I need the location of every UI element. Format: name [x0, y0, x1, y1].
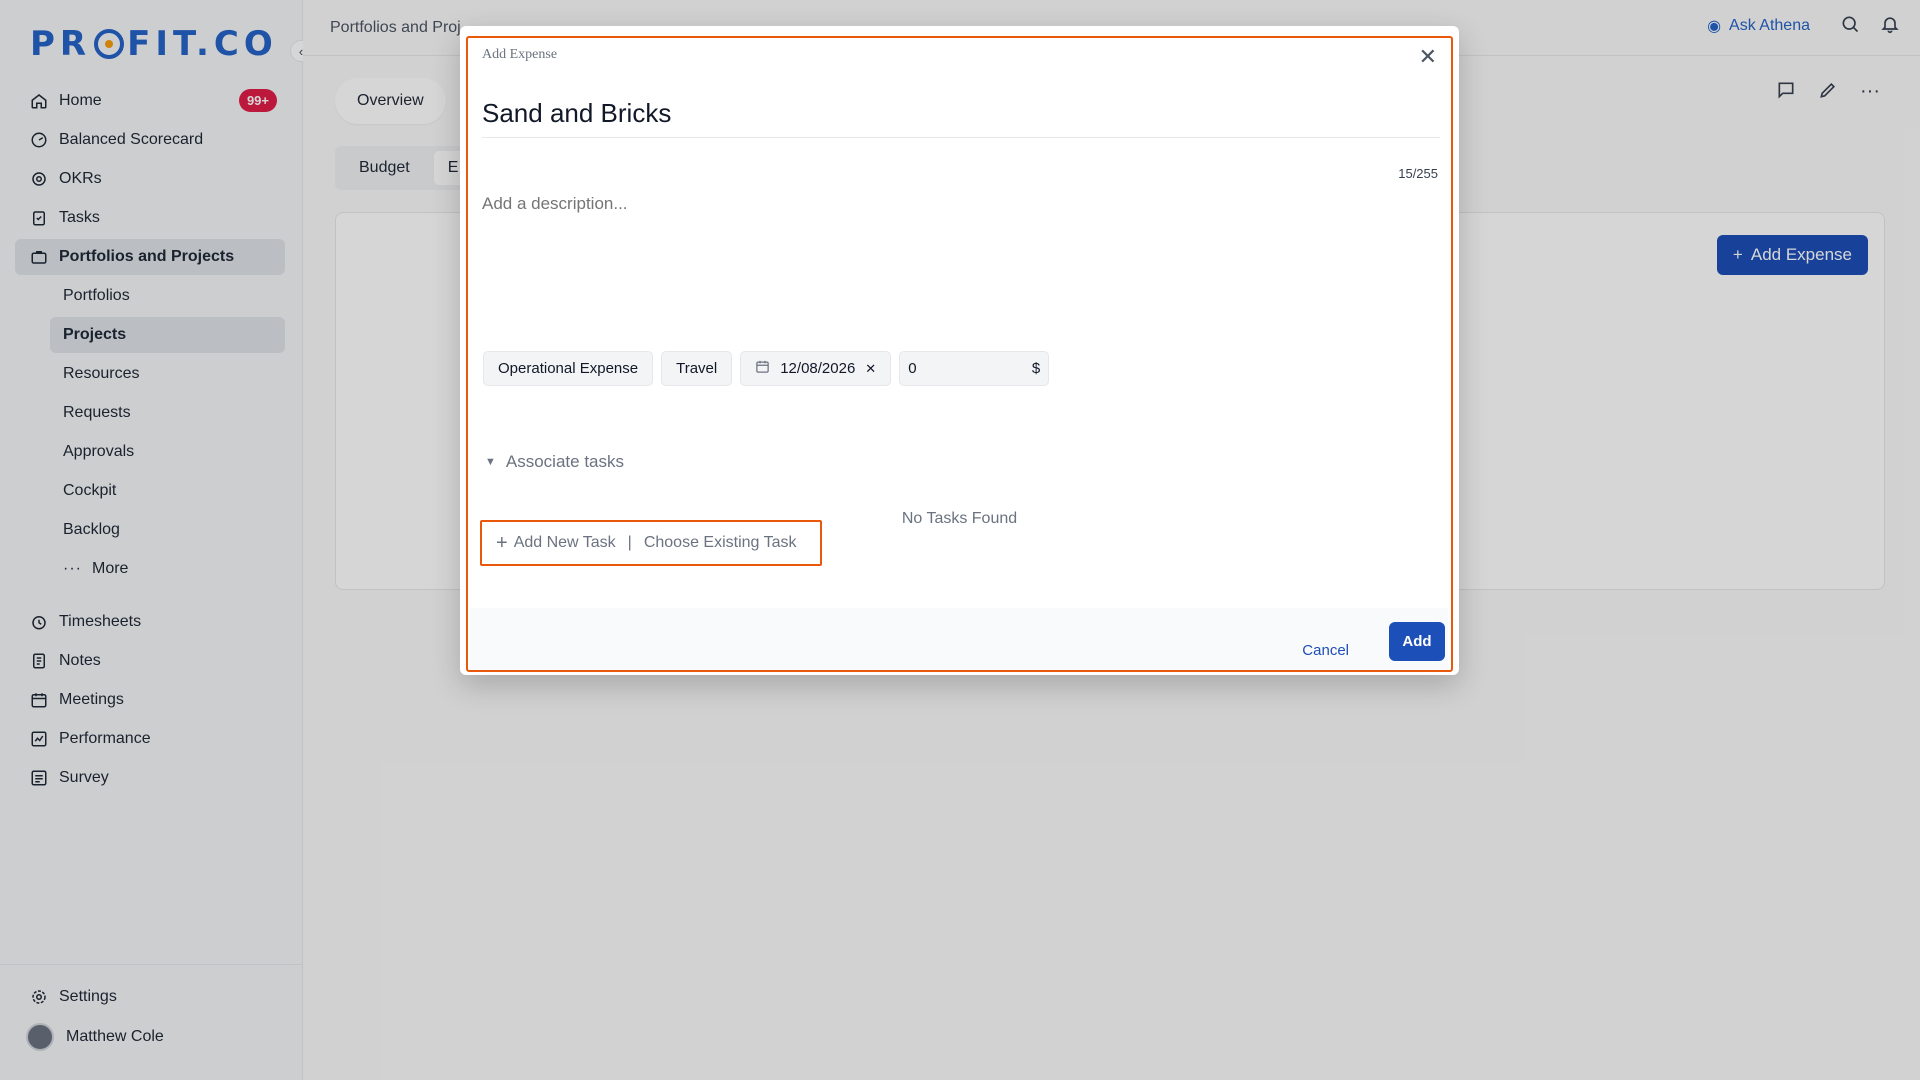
choose-existing-task-link[interactable]: Choose Existing Task [644, 534, 797, 552]
expense-attributes: Operational Expense Travel 12/08/2026 ✕ … [483, 351, 1050, 386]
close-icon[interactable]: ✕ [1419, 44, 1437, 70]
dialog-footer [470, 608, 1448, 670]
plus-icon: + [496, 531, 508, 554]
add-new-task-link[interactable]: + Add New Task [496, 532, 616, 555]
add-button[interactable]: Add [1389, 622, 1445, 661]
associate-tasks-toggle[interactable]: ▼ Associate tasks [485, 452, 624, 472]
add-expense-dialog: Add Expense ✕ 15/255 Operational Expense… [460, 26, 1459, 675]
calendar-icon [755, 359, 770, 378]
task-actions: + Add New Task | Choose Existing Task [480, 520, 822, 566]
expense-category-select[interactable]: Travel [661, 351, 733, 386]
expense-name-input[interactable] [482, 90, 1440, 138]
cancel-button[interactable]: Cancel [1302, 642, 1349, 659]
clear-date-icon[interactable]: ✕ [865, 361, 876, 377]
expense-type-select[interactable]: Operational Expense [483, 351, 654, 386]
expense-date-picker[interactable]: 12/08/2026 ✕ [740, 351, 892, 386]
description-input[interactable] [482, 194, 1440, 344]
caret-down-icon: ▼ [485, 456, 496, 468]
dialog-title: Add Expense [482, 47, 558, 62]
separator: | [627, 534, 632, 551]
expense-amount-input[interactable]: 0 $ [899, 351, 1050, 386]
character-counter: 15/255 [1398, 166, 1438, 181]
